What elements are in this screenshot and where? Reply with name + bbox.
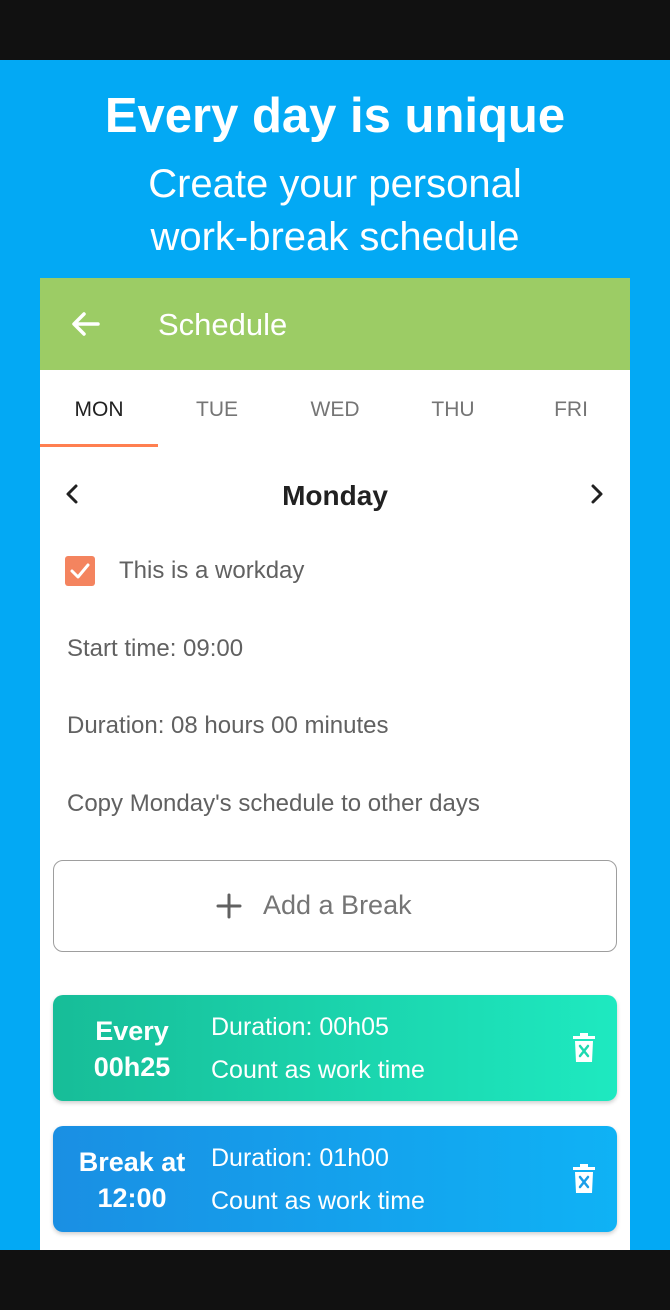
copy-schedule-setting[interactable]: Copy Monday's schedule to other days xyxy=(67,790,480,818)
break-count-mode: Count as work time xyxy=(211,1056,425,1084)
app-bar: Schedule xyxy=(40,278,630,370)
promo-headline: Every day is unique xyxy=(104,89,566,143)
break-interval-line2: 00h25 xyxy=(93,1052,171,1082)
plus-icon xyxy=(216,893,242,919)
promo-subline-1: Create your personal xyxy=(148,162,522,206)
trash-icon[interactable] xyxy=(571,1032,597,1064)
break-duration: Duration: 01h00 xyxy=(211,1144,389,1172)
page-title: Schedule xyxy=(158,307,288,342)
promo-subline: Create your personal work-break schedule xyxy=(0,158,670,264)
checkmark-icon xyxy=(70,563,90,579)
workday-checkbox[interactable] xyxy=(65,556,95,586)
promo-subline-2: work-break schedule xyxy=(150,215,520,259)
tab-indicator xyxy=(40,444,158,447)
break-time-line2: 12:00 xyxy=(97,1183,167,1213)
duration-setting[interactable]: Duration: 08 hours 00 minutes xyxy=(67,712,389,740)
break-card[interactable]: Break at 12:00 Duration: 01h00 Count as … xyxy=(53,1126,617,1232)
break-duration: Duration: 00h05 xyxy=(211,1013,389,1041)
start-time-setting[interactable]: Start time: 09:00 xyxy=(67,635,243,663)
add-break-button[interactable]: Add a Break xyxy=(53,860,617,952)
trash-icon[interactable] xyxy=(571,1163,597,1195)
break-interval-line1: Every xyxy=(95,1016,169,1046)
workday-label[interactable]: This is a workday xyxy=(119,557,304,585)
break-time-line1: Break at xyxy=(78,1147,186,1177)
tab-tue[interactable]: TUE xyxy=(158,370,276,450)
app-screen: Schedule MON TUE WED THU FRI Monday This… xyxy=(40,278,630,1250)
break-card[interactable]: Every 00h25 Duration: 00h05 Count as wor… xyxy=(53,995,617,1101)
add-break-label: Add a Break xyxy=(263,890,412,920)
chevron-right-icon[interactable] xyxy=(585,478,609,510)
day-title: Monday xyxy=(282,480,388,511)
tab-mon[interactable]: MON xyxy=(40,370,158,450)
promo-panel: Every day is unique Create your personal… xyxy=(0,60,670,1250)
day-tabs: MON TUE WED THU FRI xyxy=(40,370,630,450)
break-time: Break at 12:00 xyxy=(53,1144,211,1216)
arrow-left-icon[interactable] xyxy=(68,306,104,342)
navigation-bar xyxy=(0,1250,670,1310)
break-count-mode: Count as work time xyxy=(211,1187,425,1215)
break-interval: Every 00h25 xyxy=(53,1013,211,1085)
tab-fri[interactable]: FRI xyxy=(512,370,630,450)
tab-wed[interactable]: WED xyxy=(276,370,394,450)
status-bar xyxy=(0,0,670,60)
tab-thu[interactable]: THU xyxy=(394,370,512,450)
